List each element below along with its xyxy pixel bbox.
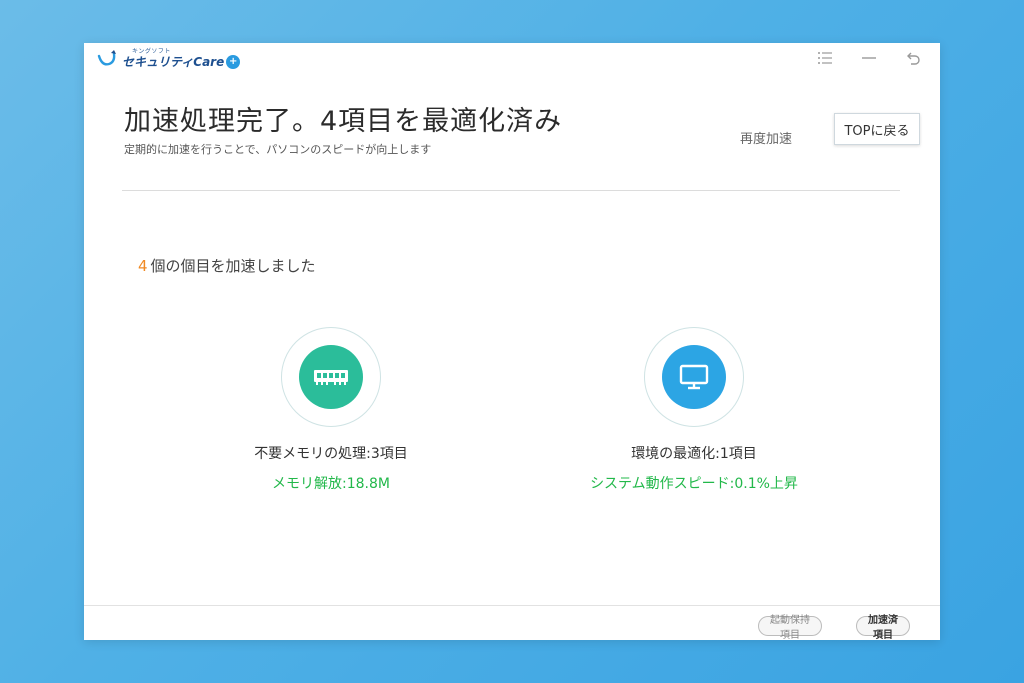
accelerated-summary: 4 個の個目を加速しました [138,255,316,276]
logo-name: セキュリティCare + [122,55,241,69]
minimize-icon [862,57,876,59]
environment-ring [644,327,744,427]
back-to-top-button[interactable]: TOPに戻る [834,113,920,145]
monitor-icon [679,364,709,390]
logo-plus-icon: + [226,55,241,69]
memory-icon [314,370,348,385]
undo-icon [907,52,920,65]
result-memory: 不要メモリの処理:3項目 メモリ解放:18.8M [201,327,461,493]
app-logo: キングソフト セキュリティCare + [96,47,241,71]
memory-ring [281,327,381,427]
back-button[interactable] [902,47,924,69]
startup-items-button[interactable]: 起動保持項目 [758,615,822,641]
logo-name-text: セキュリティCare [122,55,225,69]
environment-result-label: 環境の最適化:1項目 [631,446,757,462]
page-title: 加速処理完了。4項目を最適化済み [124,106,563,137]
memory-result-detail: メモリ解放:18.8M [272,476,390,492]
logo-swirl-icon [97,50,116,66]
header-divider [122,190,900,191]
menu-button[interactable] [814,47,836,69]
minimize-button[interactable] [858,47,880,69]
result-environment: 環境の最適化:1項目 システム動作スピード:0.1%上昇 [564,327,824,493]
footer-divider [84,605,940,606]
accelerated-count: 4 [138,257,148,275]
environment-badge [662,345,726,409]
memory-badge [299,345,363,409]
app-window: キングソフト セキュリティCare + 加速処理完了。4項目を最適化済み 定期的… [84,43,940,641]
environment-result-detail: システム動作スピード:0.1%上昇 [590,476,798,492]
retry-accelerate-link[interactable]: 再度加速 [740,128,792,147]
accelerated-summary-text: 個の個目を加速しました [150,257,316,275]
menu-icon [818,52,832,64]
page-subtitle: 定期的に加速を行うことで、パソコンのスピードが向上します [124,143,432,156]
accelerated-items-button[interactable]: 加速済項目 [856,615,910,641]
memory-result-label: 不要メモリの処理:3項目 [254,446,408,462]
window-controls [814,47,924,69]
